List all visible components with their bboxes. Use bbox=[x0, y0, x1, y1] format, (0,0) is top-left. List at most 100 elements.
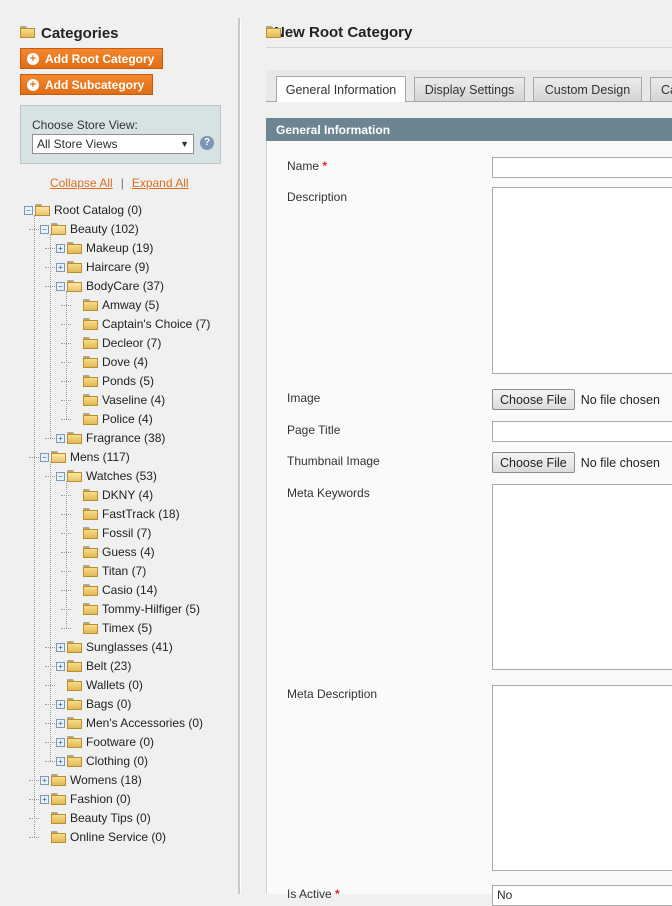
tree-node[interactable]: + Sunglasses (41) bbox=[56, 638, 173, 656]
tree-node[interactable]: + Womens (18) bbox=[40, 771, 142, 789]
name-input[interactable] bbox=[492, 157, 672, 178]
tree-node[interactable]: Ponds (5) bbox=[72, 372, 154, 390]
expand-icon[interactable]: + bbox=[56, 737, 65, 747]
tree-node[interactable]: + Makeup (19) bbox=[56, 239, 153, 257]
tab-display-settings[interactable]: Display Settings bbox=[414, 77, 525, 101]
expand-icon[interactable]: + bbox=[56, 718, 65, 728]
tree-node-label: Womens (18) bbox=[70, 773, 142, 787]
tree-node-label: Wallets (0) bbox=[86, 678, 143, 692]
tree-node[interactable]: Decleor (7) bbox=[72, 334, 161, 352]
expand-icon[interactable]: + bbox=[56, 243, 65, 253]
title-divider bbox=[266, 47, 672, 48]
folder-icon bbox=[35, 204, 51, 216]
tree-node[interactable]: Captain's Choice (7) bbox=[72, 315, 210, 333]
tree-node[interactable]: − Mens (117) bbox=[40, 448, 130, 466]
tree-node[interactable]: FastTrack (18) bbox=[72, 505, 180, 523]
collapse-icon[interactable]: − bbox=[40, 224, 49, 234]
tree-node[interactable]: Beauty Tips (0) bbox=[40, 809, 151, 827]
tree-node[interactable]: + Belt (23) bbox=[56, 657, 131, 675]
tree-node[interactable]: Fossil (7) bbox=[72, 524, 151, 542]
tree-node[interactable]: Online Service (0) bbox=[40, 828, 166, 846]
tree-node-label: Fossil (7) bbox=[102, 526, 152, 540]
expand-icon[interactable]: + bbox=[40, 775, 49, 785]
tree-node[interactable]: + Clothing (0) bbox=[56, 752, 148, 770]
tree-node[interactable]: Police (4) bbox=[72, 410, 153, 428]
expand-icon[interactable]: + bbox=[56, 756, 65, 766]
description-textarea[interactable] bbox=[492, 187, 672, 374]
required-mark: * bbox=[335, 887, 340, 901]
tree-node-label: Fragrance (38) bbox=[86, 431, 166, 445]
name-label: Name * bbox=[287, 159, 327, 173]
tree-node-label: Beauty Tips (0) bbox=[70, 811, 151, 825]
tree-connector bbox=[66, 291, 67, 419]
collapse-icon[interactable]: − bbox=[40, 452, 49, 462]
tree-node[interactable]: Titan (7) bbox=[72, 562, 146, 580]
tree-node[interactable]: DKNY (4) bbox=[72, 486, 153, 504]
tree-node-label: Beauty (102) bbox=[70, 222, 139, 236]
expand-icon[interactable]: + bbox=[56, 433, 65, 443]
required-mark: * bbox=[322, 159, 328, 173]
tree-node[interactable]: − Root Catalog (0) bbox=[24, 201, 142, 219]
meta-keywords-textarea[interactable] bbox=[492, 484, 672, 670]
tree-node[interactable]: Dove (4) bbox=[72, 353, 148, 371]
folder-icon bbox=[83, 318, 99, 330]
tree-node-label: Titan (7) bbox=[102, 564, 147, 578]
collapse-icon[interactable]: − bbox=[56, 281, 65, 291]
image-file-status: No file chosen bbox=[580, 392, 660, 407]
tree-node[interactable]: − Beauty (102) bbox=[40, 220, 139, 238]
folder-icon bbox=[83, 584, 99, 596]
image-choose-file-button[interactable]: Choose File bbox=[492, 389, 575, 410]
tree-node[interactable]: Guess (4) bbox=[72, 543, 155, 561]
tree-node-label: Timex (5) bbox=[102, 621, 153, 635]
tree-node[interactable]: Tommy-Hilfiger (5) bbox=[72, 600, 200, 618]
tree-node-label: Online Service (0) bbox=[70, 830, 167, 844]
tree-node[interactable]: + Fragrance (38) bbox=[56, 429, 165, 447]
expand-icon[interactable]: + bbox=[56, 642, 65, 652]
page-title-input[interactable] bbox=[492, 421, 672, 442]
folder-icon bbox=[83, 508, 99, 520]
tree-node[interactable]: Wallets (0) bbox=[56, 676, 143, 694]
tree-node[interactable]: Amway (5) bbox=[72, 296, 159, 314]
tab-general-information[interactable]: General Information bbox=[276, 76, 406, 102]
thumbnail-image-label: Thumbnail Image bbox=[287, 454, 380, 468]
tree-node[interactable]: − Watches (53) bbox=[56, 467, 157, 485]
expand-icon[interactable]: + bbox=[56, 661, 65, 671]
meta-description-label: Meta Description bbox=[287, 687, 378, 701]
meta-description-textarea[interactable] bbox=[492, 685, 672, 871]
thumbnail-choose-file-button[interactable]: Choose File bbox=[492, 452, 575, 473]
tree-node[interactable]: + Footware (0) bbox=[56, 733, 154, 751]
tree-node[interactable]: + Haircare (9) bbox=[56, 258, 149, 276]
tree-node-label: Makeup (19) bbox=[86, 241, 154, 255]
expand-icon[interactable]: + bbox=[56, 699, 65, 709]
tree-connector bbox=[50, 234, 51, 438]
tab-category-products[interactable]: Ca bbox=[650, 77, 672, 101]
category-tree: − Root Catalog (0) − Beauty (102) + Makeup (1… bbox=[0, 0, 238, 894]
is-active-select[interactable]: No bbox=[492, 885, 672, 906]
tree-node[interactable]: Casio (14) bbox=[72, 581, 157, 599]
tree-node-label: Clothing (0) bbox=[86, 754, 149, 768]
tree-node[interactable]: Vaseline (4) bbox=[72, 391, 165, 409]
tree-node-label: Ponds (5) bbox=[102, 374, 155, 388]
tab-custom-design[interactable]: Custom Design bbox=[533, 77, 642, 101]
tree-connector bbox=[45, 438, 55, 439]
tree-node[interactable]: + Fashion (0) bbox=[40, 790, 131, 808]
tree-node-label: FastTrack (18) bbox=[102, 507, 180, 521]
expand-icon[interactable]: + bbox=[56, 262, 65, 272]
tree-node-label: Amway (5) bbox=[102, 298, 160, 312]
name-label-text: Name bbox=[287, 159, 320, 173]
tree-connector bbox=[61, 628, 71, 629]
tab-label: Display Settings bbox=[424, 82, 515, 97]
expand-icon[interactable]: + bbox=[40, 794, 49, 804]
tree-node[interactable]: Timex (5) bbox=[72, 619, 152, 637]
tree-node-label: Root Catalog (0) bbox=[54, 203, 143, 217]
tree-connector bbox=[29, 837, 39, 838]
tree-node-label: DKNY (4) bbox=[102, 488, 154, 502]
collapse-icon[interactable]: − bbox=[56, 471, 65, 481]
thumbnail-file-status: No file chosen bbox=[580, 455, 660, 470]
collapse-icon[interactable]: − bbox=[24, 205, 33, 215]
tree-node[interactable]: + Bags (0) bbox=[56, 695, 131, 713]
tree-node[interactable]: + Men's Accessories (0) bbox=[56, 714, 203, 732]
tree-node[interactable]: − BodyCare (37) bbox=[56, 277, 164, 295]
